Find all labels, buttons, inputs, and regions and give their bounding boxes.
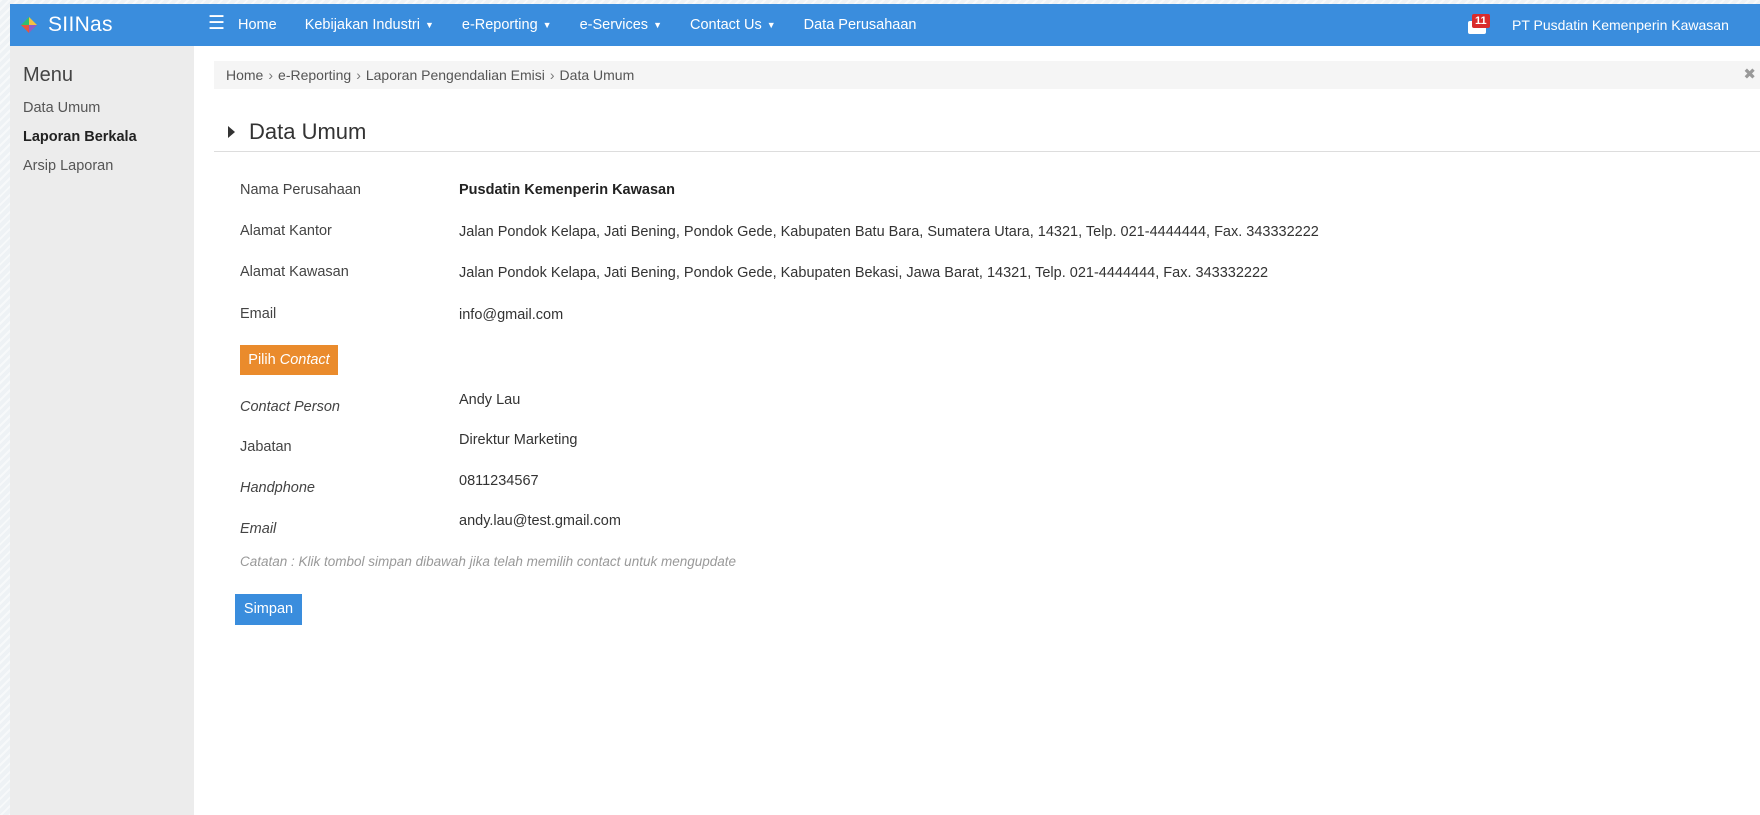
nav-contact-label: Contact Us (689, 17, 762, 33)
alamat-kantor-label: Alamat Kantor (240, 223, 332, 239)
nav-home-label: Home (238, 17, 277, 33)
alamat-kantor-value: Jalan Pondok Kelapa, Jati Bening, Pondok… (459, 224, 1319, 240)
nav-e-services-label: e-Services (579, 17, 649, 33)
jabatan-value: Direktur Marketing (459, 432, 578, 448)
notifications-button[interactable]: 11 (1468, 14, 1490, 36)
brand[interactable]: SIINas (20, 4, 113, 46)
nav-e-reporting[interactable]: e-Reporting ▼ (448, 17, 566, 33)
breadcrumb: Home › e-Reporting › Laporan Pengendalian Em… (214, 61, 1760, 89)
user-company-menu[interactable]: PT Pusdatin Kemenperin Kawasan (1512, 4, 1729, 46)
sidebar-item-data-umum[interactable]: Data Umum (23, 100, 100, 116)
handphone-label: Handphone (240, 480, 315, 496)
diamond-logo-icon (21, 17, 37, 33)
handphone-value: 0811234567 (459, 473, 539, 489)
caret-down-icon: ▼ (766, 20, 776, 30)
simpan-button[interactable]: Simpan (235, 594, 302, 625)
sidebar: Menu Data Umum Laporan Berkala Arsip Lap… (10, 46, 194, 815)
nav-kebijakan-industri[interactable]: Kebijakan Industri ▼ (291, 17, 448, 33)
note-text: Catatan : Klik tombol simpan dibawah jik… (240, 554, 737, 569)
alamat-kawasan-value: Jalan Pondok Kelapa, Jati Bening, Pondok… (459, 265, 1269, 281)
alamat-kawasan-label: Alamat Kawasan (240, 264, 349, 280)
nama-perusahaan-value: Pusdatin Kemenperin Kawasan (459, 182, 675, 198)
app-frame: SIINas ☰ Home Kebijakan Industri ▼ e-Repo… (10, 4, 1760, 815)
nav-e-services[interactable]: e-Services ▼ (566, 17, 676, 33)
caret-down-icon: ▼ (542, 20, 552, 30)
pilih-contact-button[interactable]: Pilih Contact (240, 345, 338, 375)
breadcrumb-separator-icon: › (356, 67, 361, 83)
breadcrumb-separator-icon: › (268, 67, 274, 83)
jabatan-label: Jabatan (240, 439, 292, 455)
email-value: info@gmail.com (459, 307, 564, 323)
caret-down-icon: ▼ (653, 20, 662, 30)
caret-down-icon: ▼ (424, 20, 434, 30)
nav-e-reporting-label: e-Reporting (461, 17, 538, 33)
breadcrumb-e-reporting[interactable]: e-Reporting (278, 67, 351, 83)
sidebar-title: Menu (23, 64, 74, 86)
breadcrumb-current: Data Umum (559, 67, 635, 83)
app-name: SIINas (48, 13, 113, 36)
nav-data-perusahaan[interactable]: Data Perusahaan (790, 17, 931, 33)
contact-email-value: andy.lau@test.gmail.com (459, 513, 621, 529)
nav-contact-us[interactable]: Contact Us ▼ (676, 17, 790, 33)
breadcrumb-home[interactable]: Home (226, 67, 263, 83)
nav-kebijakan-label: Kebijakan Industri (304, 17, 420, 33)
email-label: Email (240, 306, 277, 322)
pilih-contact-emph: Contact (279, 352, 330, 368)
sidebar-item-laporan-berkala[interactable]: Laporan Berkala (23, 129, 137, 145)
hamburger-menu-icon[interactable]: ☰ (208, 14, 225, 33)
notification-count-badge: 11 (1472, 14, 1490, 28)
page-title-text: Data Umum (249, 119, 367, 144)
contact-person-value: Andy Lau (459, 392, 521, 408)
title-divider (214, 151, 1760, 152)
breadcrumb-laporan-pengendalian-emisi[interactable]: Laporan Pengendalian Emisi (366, 67, 545, 83)
main-nav: Home Kebijakan Industri ▼ e-Reporting ▼ e-… (224, 4, 931, 46)
nav-data-perusahaan-label: Data Perusahaan (803, 17, 917, 33)
top-navbar: SIINas ☰ Home Kebijakan Industri ▼ e-Repo… (10, 4, 1760, 46)
page-title: Data Umum (228, 119, 366, 145)
nama-perusahaan-label: Nama Perusahaan (240, 182, 361, 198)
pilih-contact-prefix: Pilih (248, 352, 276, 368)
nav-home[interactable]: Home (224, 17, 291, 33)
close-icon[interactable]: ✖ (1743, 65, 1756, 83)
contact-email-label: Email (240, 521, 277, 537)
sidebar-item-arsip-laporan[interactable]: Arsip Laporan (23, 158, 113, 174)
breadcrumb-separator-icon: › (549, 67, 555, 83)
contact-person-label: Contact Person (240, 399, 340, 415)
triangle-right-icon (228, 126, 235, 138)
